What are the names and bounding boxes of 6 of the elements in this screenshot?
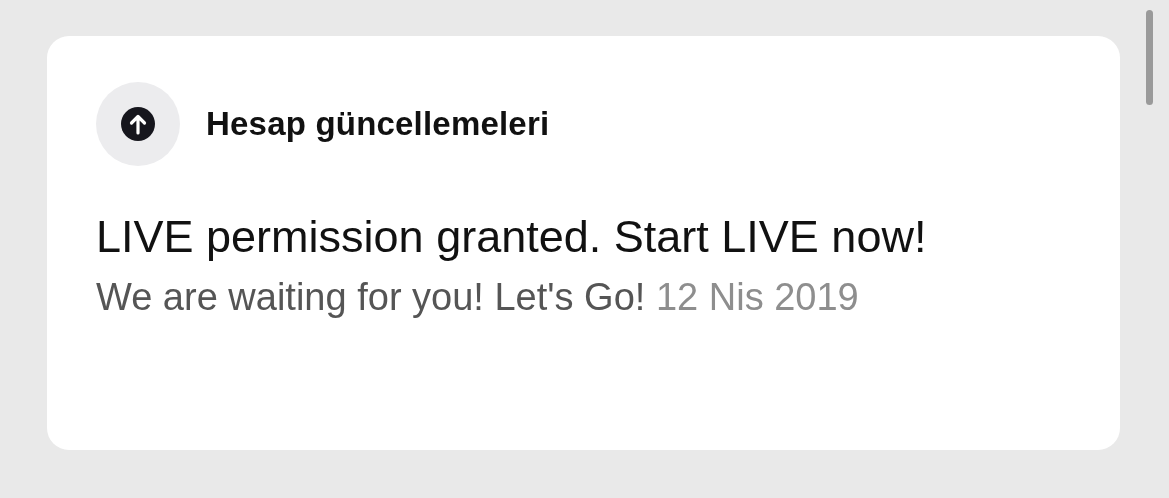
notification-title: LIVE permission granted. Start LIVE now! bbox=[96, 210, 928, 264]
notification-category: Hesap güncellemeleri bbox=[206, 104, 550, 145]
notification-message: We are waiting for you! Let's Go! bbox=[96, 276, 646, 318]
scrollbar-thumb[interactable] bbox=[1146, 10, 1153, 105]
notification-card[interactable]: Hesap güncellemeleri LIVE permission granted. Start LIVE now! We are waiting for you! Let's Go! 12 Nis 2019 bbox=[47, 36, 1120, 450]
notification-date: 12 Nis 2019 bbox=[655, 276, 859, 318]
